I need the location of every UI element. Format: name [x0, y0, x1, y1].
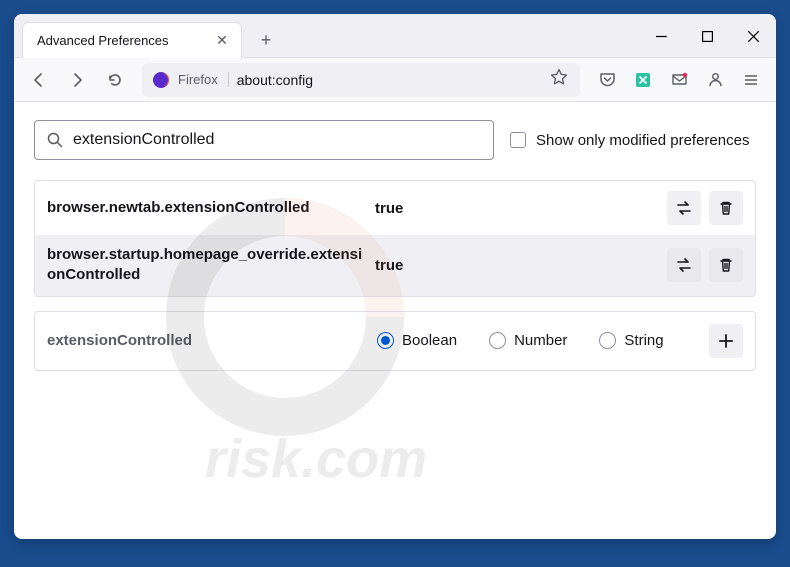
search-icon: [47, 132, 63, 148]
preference-name: browser.newtab.extensionControlled: [47, 198, 367, 218]
radio-icon: [599, 332, 616, 349]
url-identity: Firefox: [178, 72, 229, 87]
extension-icon[interactable]: [626, 63, 660, 97]
close-tab-icon[interactable]: ✕: [213, 32, 231, 50]
reload-button[interactable]: [98, 63, 132, 97]
search-box[interactable]: [34, 120, 494, 160]
menu-icon[interactable]: [734, 63, 768, 97]
navigation-toolbar: Firefox about:config: [14, 58, 776, 102]
add-preference-name: extensionControlled: [47, 332, 347, 349]
radio-label: Number: [514, 332, 567, 349]
close-window-button[interactable]: [730, 14, 776, 58]
minimize-button[interactable]: [638, 14, 684, 58]
new-tab-button[interactable]: +: [250, 24, 282, 56]
content-area: Show only modified preferences browser.n…: [14, 102, 776, 389]
tab-title: Advanced Preferences: [37, 33, 213, 48]
radio-label: Boolean: [402, 332, 457, 349]
toolbar-icons: [590, 63, 768, 97]
mail-icon[interactable]: [662, 63, 696, 97]
browser-tab[interactable]: Advanced Preferences ✕: [22, 22, 242, 58]
firefox-logo-icon: [152, 71, 170, 89]
toggle-button[interactable]: [667, 191, 701, 225]
show-modified-checkbox[interactable]: Show only modified preferences: [510, 132, 749, 149]
checkbox-icon: [510, 132, 526, 148]
url-text: about:config: [237, 72, 542, 88]
pocket-icon[interactable]: [590, 63, 624, 97]
type-radio-group: Boolean Number String: [347, 332, 709, 349]
back-button[interactable]: [22, 63, 56, 97]
radio-boolean[interactable]: Boolean: [377, 332, 457, 349]
add-button[interactable]: [709, 324, 743, 358]
radio-icon: [377, 332, 394, 349]
delete-button[interactable]: [709, 248, 743, 282]
preference-value: true: [367, 200, 667, 217]
maximize-button[interactable]: [684, 14, 730, 58]
browser-window: risk.com Advanced Preferences ✕ +: [14, 14, 776, 539]
checkbox-label: Show only modified preferences: [536, 132, 749, 149]
bookmark-star-icon[interactable]: [550, 68, 570, 91]
preference-value: true: [367, 257, 667, 274]
preference-name: browser.startup.homepage_override.extens…: [47, 245, 367, 286]
toggle-button[interactable]: [667, 248, 701, 282]
account-icon[interactable]: [698, 63, 732, 97]
svg-text:risk.com: risk.com: [205, 429, 427, 487]
url-bar[interactable]: Firefox about:config: [142, 63, 580, 97]
radio-string[interactable]: String: [599, 332, 663, 349]
forward-button[interactable]: [60, 63, 94, 97]
preference-row: browser.newtab.extensionControlled true: [35, 181, 755, 235]
preferences-list: browser.newtab.extensionControlled true …: [34, 180, 756, 297]
radio-number[interactable]: Number: [489, 332, 567, 349]
add-preference-row: extensionControlled Boolean Number Strin…: [34, 311, 756, 371]
delete-button[interactable]: [709, 191, 743, 225]
search-row: Show only modified preferences: [34, 120, 756, 160]
radio-icon: [489, 332, 506, 349]
window-controls: [638, 14, 776, 58]
preference-row: browser.startup.homepage_override.extens…: [35, 235, 755, 296]
radio-label: String: [624, 332, 663, 349]
titlebar: Advanced Preferences ✕ +: [14, 14, 776, 58]
search-input[interactable]: [73, 131, 481, 149]
